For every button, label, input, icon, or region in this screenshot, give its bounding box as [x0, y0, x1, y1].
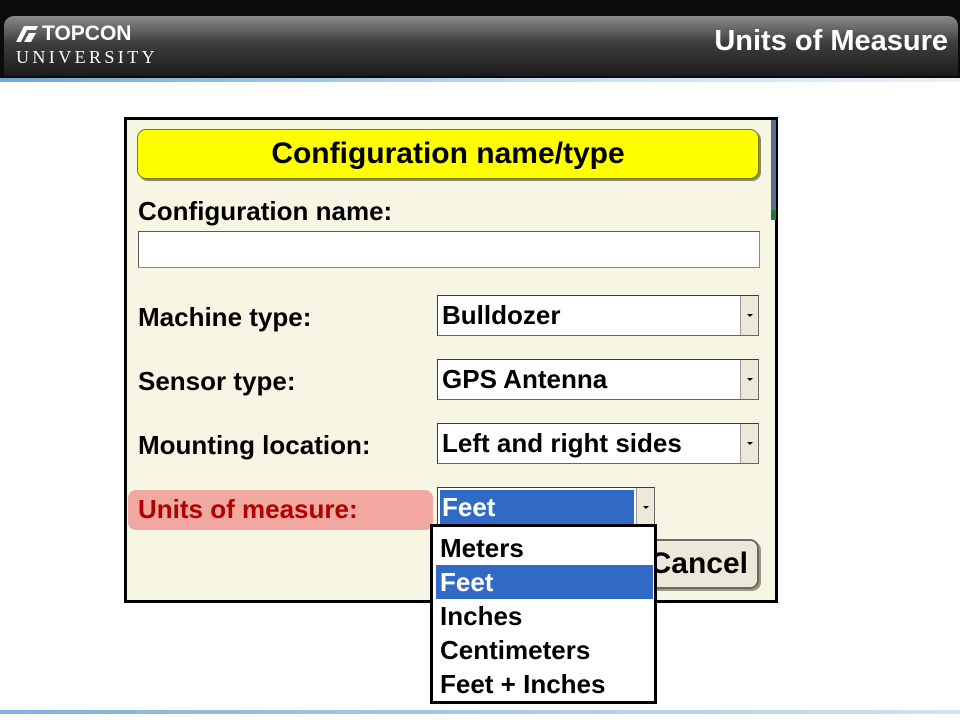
cancel-button-label: Cancel	[649, 547, 748, 580]
dialog-title-bar: Configuration name/type	[137, 129, 759, 179]
footer-divider	[0, 710, 960, 714]
chevron-down-icon	[746, 314, 753, 317]
sensor-type-dropdown-button[interactable]	[740, 360, 758, 399]
slide: TOPCON UNIVERSITY Units of Measure Confi…	[0, 0, 960, 720]
config-name-label: Configuration name:	[138, 196, 393, 226]
config-name-input[interactable]	[138, 231, 760, 268]
units-option-feet[interactable]: Feet	[436, 565, 653, 599]
units-of-measure-value: Feet	[442, 492, 496, 522]
mounting-location-value: Left and right sides	[442, 428, 682, 458]
units-option-inches[interactable]: Inches	[436, 599, 653, 633]
units-dropdown-list: Meters Feet Inches Centimeters Feet + In…	[430, 524, 657, 704]
units-of-measure-label: Units of measure:	[138, 494, 358, 524]
units-of-measure-select[interactable]: Feet	[437, 487, 655, 527]
mounting-location-select[interactable]: Left and right sides	[437, 423, 759, 464]
header-bar: TOPCON UNIVERSITY Units of Measure	[0, 0, 960, 78]
chevron-down-icon	[746, 378, 753, 381]
logo-sub-text: UNIVERSITY	[16, 47, 158, 67]
background-window-edge	[771, 120, 776, 220]
machine-type-value: Bulldozer	[442, 300, 561, 330]
slide-title: Units of Measure	[714, 25, 948, 57]
machine-type-label: Machine type:	[138, 302, 312, 332]
machine-type-dropdown-button[interactable]	[740, 296, 758, 335]
chevron-down-icon	[746, 442, 753, 445]
dialog-title: Configuration name/type	[271, 137, 625, 170]
units-dropdown-button[interactable]	[636, 488, 654, 526]
header-divider	[0, 78, 960, 82]
mounting-location-dropdown-button[interactable]	[740, 424, 758, 463]
units-option-feet-inches[interactable]: Feet + Inches	[436, 667, 653, 701]
units-option-centimeters[interactable]: Centimeters	[436, 633, 653, 667]
chevron-down-icon	[642, 505, 649, 509]
background-window-edge-accent	[771, 210, 776, 220]
topcon-swoosh-icon	[16, 26, 38, 42]
sensor-type-select[interactable]: GPS Antenna	[437, 359, 759, 400]
mounting-location-label: Mounting location:	[138, 430, 371, 460]
sensor-type-value: GPS Antenna	[442, 364, 608, 394]
machine-type-select[interactable]: Bulldozer	[437, 295, 759, 336]
topcon-university-logo: TOPCON UNIVERSITY	[14, 22, 164, 68]
units-option-meters[interactable]: Meters	[436, 531, 653, 565]
logo-brand-text: TOPCON	[42, 22, 132, 45]
sensor-type-label: Sensor type:	[138, 366, 296, 396]
